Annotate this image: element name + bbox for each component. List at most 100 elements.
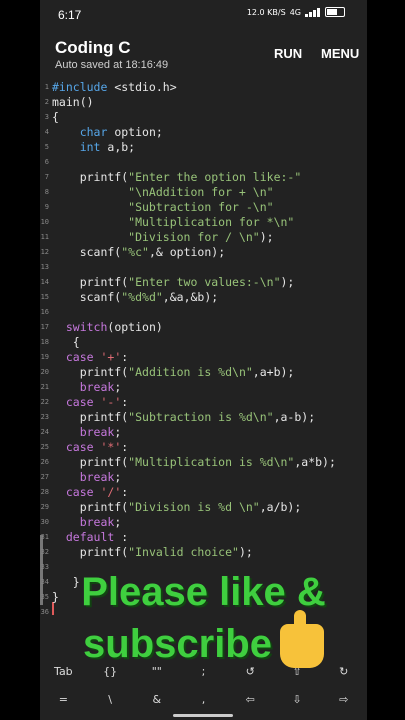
signal-icon (305, 7, 321, 17)
code-line[interactable]: 30 break; (40, 515, 367, 530)
code-line[interactable]: 21 break; (40, 380, 367, 395)
extra-key[interactable]: , (180, 688, 227, 712)
status-icons: 12.0 KB/S 4G (247, 7, 345, 17)
code-text: main() (52, 95, 94, 109)
code-text: case '+': (65, 350, 129, 364)
run-button[interactable]: RUN (274, 46, 302, 61)
code-line[interactable]: 13 (40, 260, 367, 275)
code-text: "Multiplication for *\n" (52, 215, 295, 229)
line-number: 30 (40, 518, 49, 526)
code-line[interactable]: 24 break; (40, 425, 367, 440)
code-text: break; (79, 515, 122, 529)
code-text: printf("Enter the option like:-" (52, 170, 302, 184)
code-line[interactable]: 20 printf("Addition is %d\n",a+b); (40, 365, 367, 380)
code-text: printf("Invalid choice"); (52, 545, 253, 559)
code-line[interactable]: 32 printf("Invalid choice"); (40, 545, 367, 560)
line-number: 22 (40, 398, 49, 406)
line-number: 26 (40, 458, 49, 466)
code-line[interactable]: 8 "\nAddition for + \n" (40, 185, 367, 200)
line-number: 31 (40, 533, 49, 541)
code-line[interactable]: 23 printf("Subtraction is %d\n",a-b); (40, 410, 367, 425)
code-text: break; (79, 425, 122, 439)
code-line[interactable]: 12 scanf("%c",& option); (40, 245, 367, 260)
code-line[interactable]: 28 case '/': (40, 485, 367, 500)
overlay-line-2-text: subscribe (83, 622, 272, 666)
code-line[interactable]: 6 (40, 155, 367, 170)
code-line[interactable]: 22 case '-': (40, 395, 367, 410)
code-line[interactable]: 2 main() (40, 95, 367, 110)
line-number: 6 (44, 158, 49, 166)
code-line[interactable]: 16 (40, 305, 367, 320)
home-indicator[interactable] (173, 714, 233, 717)
code-text: printf("Multiplication is %d\n",a*b); (52, 455, 336, 469)
line-number: 24 (40, 428, 49, 436)
overlay-line-2: subscribe (40, 610, 367, 669)
extra-key[interactable]: & (133, 688, 180, 712)
code-text: break; (79, 380, 122, 394)
code-text: scanf("%c",& option); (52, 245, 226, 259)
code-line[interactable]: 1 #include <stdio.h> (40, 80, 367, 95)
code-line[interactable]: 15 scanf("%d%d",&a,&b); (40, 290, 367, 305)
code-text: switch(option) (65, 320, 163, 334)
code-line[interactable]: 27 break; (40, 470, 367, 485)
line-number: 2 (44, 98, 49, 106)
line-number: 29 (40, 503, 49, 511)
line-number: 19 (40, 353, 49, 361)
line-number: 15 (40, 293, 49, 301)
battery-icon (325, 7, 345, 17)
extra-key[interactable]: ⇨ (320, 688, 367, 712)
code-text: break; (79, 470, 122, 484)
code-line[interactable]: 29 printf("Division is %d \n",a/b); (40, 500, 367, 515)
code-line[interactable]: 31 default : (40, 530, 367, 545)
extra-key[interactable]: ⇦ (227, 688, 274, 712)
status-bar: 6:17 12.0 KB/S 4G (40, 0, 367, 30)
line-number: 25 (40, 443, 49, 451)
extra-key[interactable]: = (40, 688, 87, 712)
code-text: case '/': (65, 485, 129, 499)
code-line[interactable]: 18 { (40, 335, 367, 350)
code-line[interactable]: 10 "Multiplication for *\n" (40, 215, 367, 230)
code-line[interactable]: 7 printf("Enter the option like:-" (40, 170, 367, 185)
line-number: 13 (40, 263, 49, 271)
line-number: 16 (40, 308, 49, 316)
code-line[interactable]: 25 case '*': (40, 440, 367, 455)
code-text: { (52, 110, 59, 124)
extra-key[interactable]: ⇩ (274, 688, 321, 712)
code-text: printf("Division is %d \n",a/b); (52, 500, 302, 514)
code-line[interactable]: 19 case '+': (40, 350, 367, 365)
code-text: "\nAddition for + \n" (52, 185, 274, 199)
code-text: printf("Addition is %d\n",a+b); (52, 365, 295, 379)
menu-button[interactable]: MENU (321, 46, 359, 61)
code-text: scanf("%d%d",&a,&b); (52, 290, 219, 304)
line-number: 23 (40, 413, 49, 421)
file-title: Coding C (55, 38, 131, 57)
line-number: 1 (44, 83, 49, 91)
code-line[interactable]: 17 switch(option) (40, 320, 367, 335)
extra-key[interactable]: \ (87, 688, 134, 712)
code-text: case '-': (65, 395, 129, 409)
app-bar: Coding C Auto saved at 18:16:49 RUN MENU (40, 30, 367, 78)
code-line[interactable]: 9 "Subtraction for -\n" (40, 200, 367, 215)
code-line[interactable]: 3{ (40, 110, 367, 125)
code-text: printf("Subtraction is %d\n",a-b); (52, 410, 316, 424)
code-line[interactable]: 4 char option; (40, 125, 367, 140)
line-number: 18 (40, 338, 49, 346)
overlay-line-1: Please like & (81, 570, 326, 614)
line-number: 20 (40, 368, 49, 376)
line-number: 17 (40, 323, 49, 331)
line-number: 7 (44, 173, 49, 181)
code-line[interactable]: 26 printf("Multiplication is %d\n",a*b); (40, 455, 367, 470)
line-number: 27 (40, 473, 49, 481)
code-line[interactable]: 14 printf("Enter two values:-\n"); (40, 275, 367, 290)
code-text: "Division for / \n"); (52, 230, 274, 244)
code-line[interactable]: 5 int a,b; (40, 140, 367, 155)
line-number: 14 (40, 278, 49, 286)
code-line[interactable]: 11 "Division for / \n"); (40, 230, 367, 245)
thumbs-up-icon (279, 610, 324, 669)
line-number: 9 (44, 203, 49, 211)
line-number: 32 (40, 548, 49, 556)
code-editor[interactable]: 1 #include <stdio.h> 2 main() 3{4 char optio… (40, 80, 367, 616)
line-number: 10 (40, 218, 49, 226)
code-text: default : (65, 530, 129, 544)
line-number: 4 (44, 128, 49, 136)
